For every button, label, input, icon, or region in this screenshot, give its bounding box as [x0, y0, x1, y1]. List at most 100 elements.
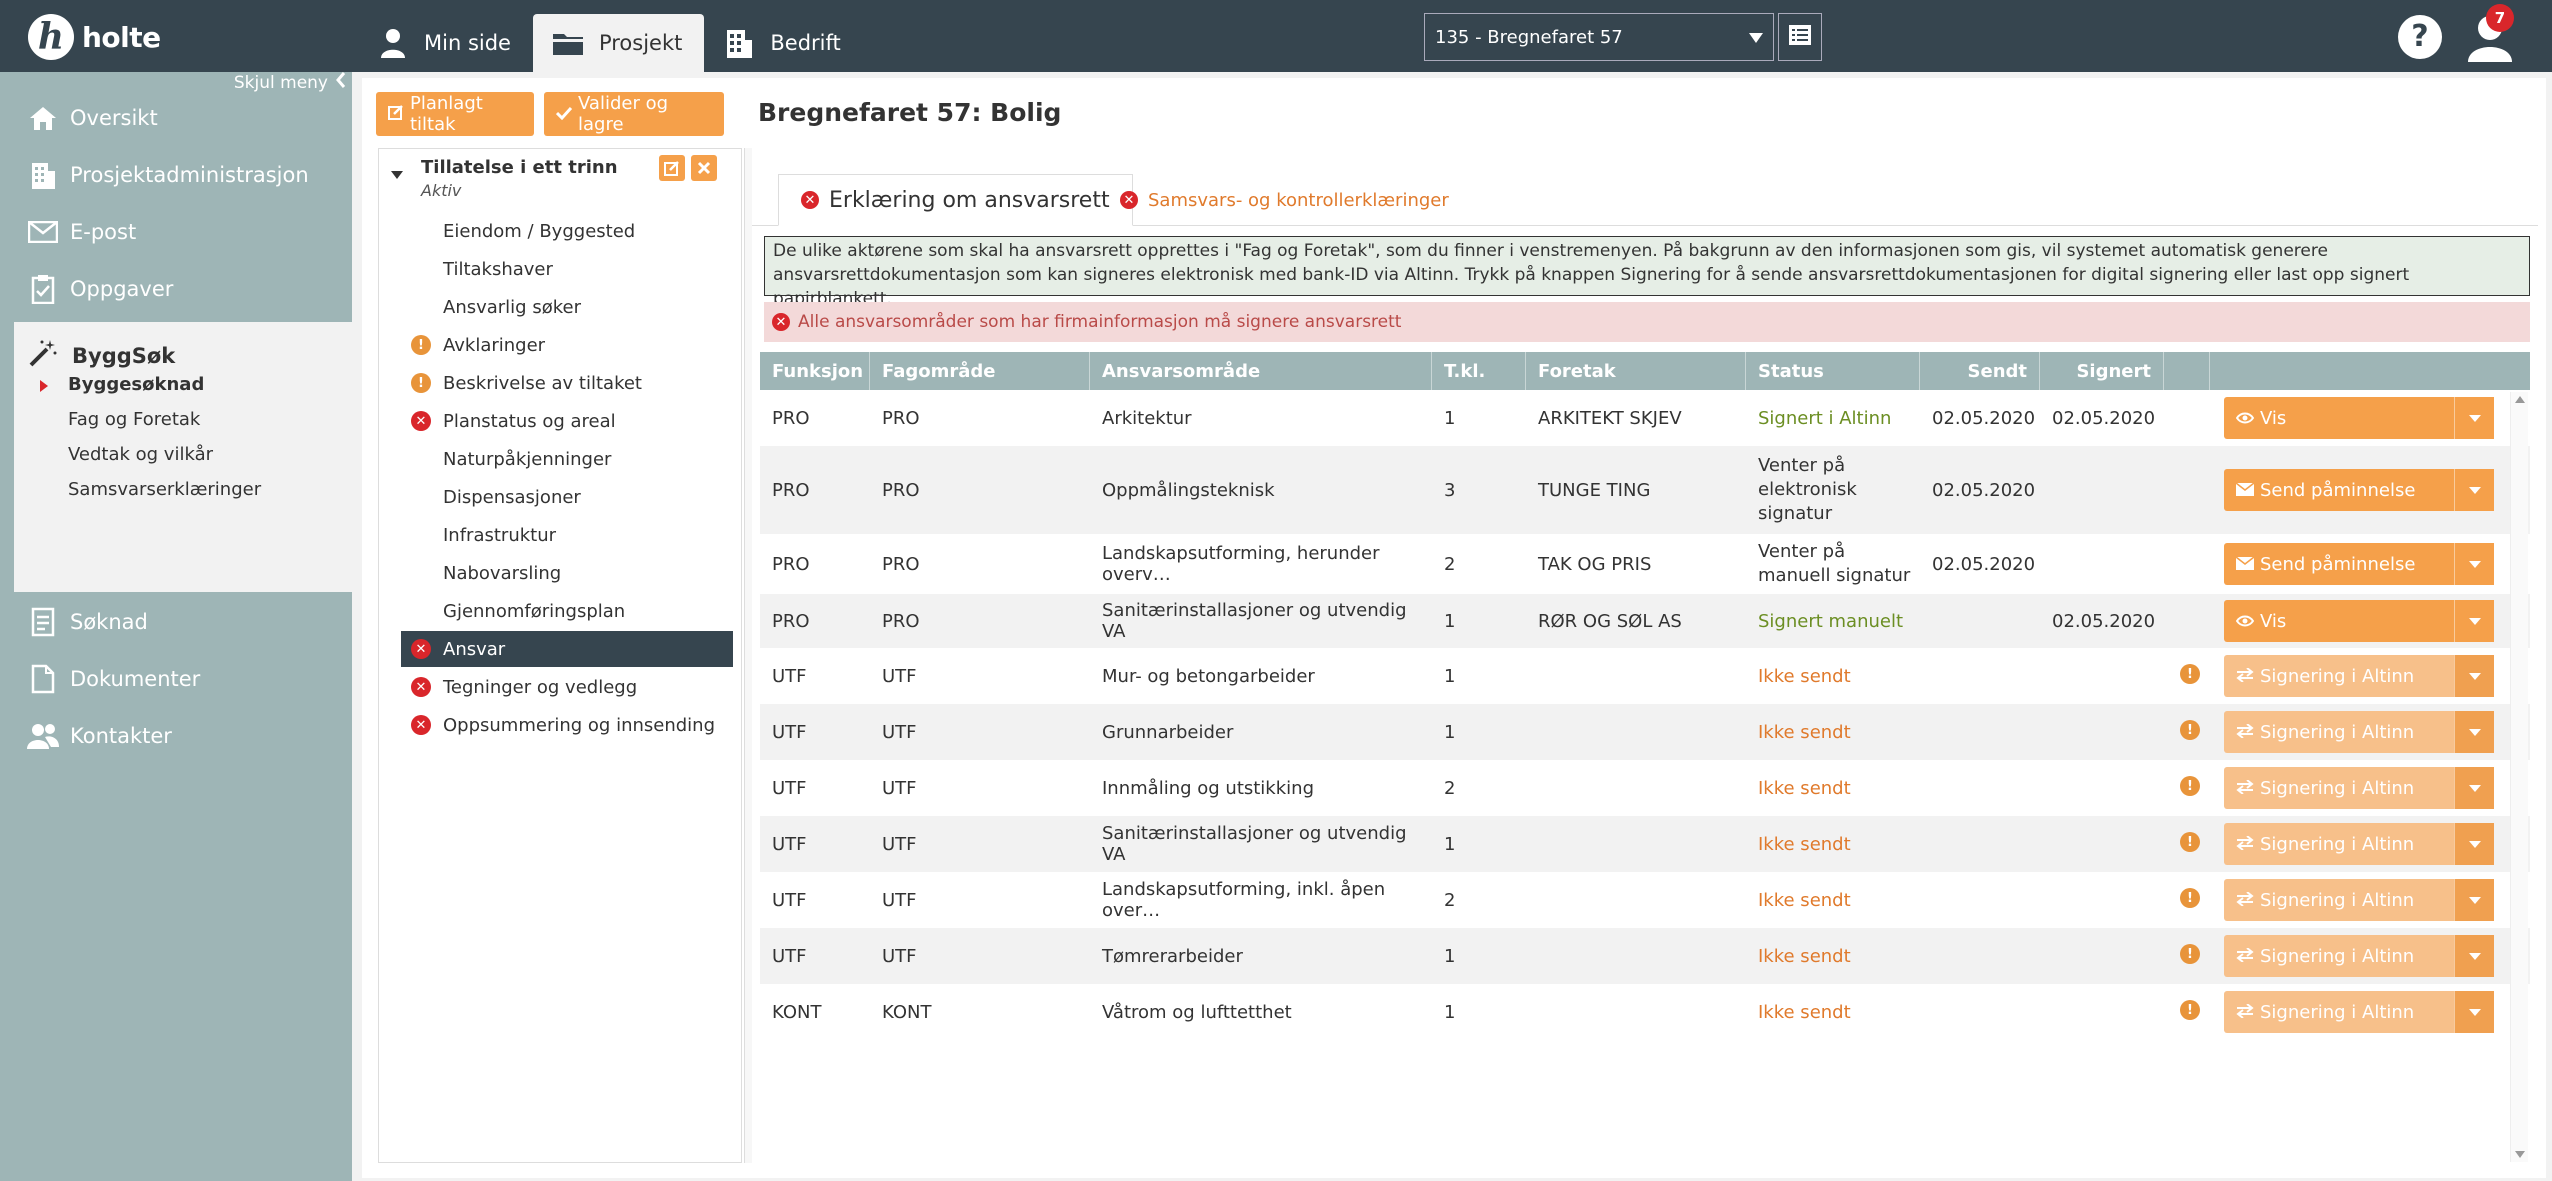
valider-og-lagre-button[interactable]: Valider og lagre	[544, 92, 724, 136]
row-action-button[interactable]: Send påminnelse	[2224, 469, 2494, 511]
sidebar-item-dokumenter[interactable]: Dokumenter	[0, 651, 352, 707]
help-button[interactable]: ?	[2398, 15, 2442, 59]
row-action-button[interactable]: Signering i Altinn	[2224, 655, 2494, 697]
cell-sendt: 02.05.2020	[1932, 479, 2036, 501]
row-action-button[interactable]: Signering i Altinn	[2224, 991, 2494, 1033]
byggsok-title: ByggSøk	[72, 343, 176, 368]
error-icon: ✕	[1120, 191, 1138, 209]
cell-ansvarsomrade: Tømrerarbeider	[1102, 945, 1243, 967]
dropdown-toggle[interactable]	[2454, 655, 2494, 697]
column-header[interactable]: Ansvarsområde	[1090, 352, 1432, 390]
row-action-button[interactable]: Vis	[2224, 600, 2494, 642]
document-list-icon	[26, 607, 60, 637]
cell-funksjon: PRO	[772, 553, 810, 575]
row-action-button[interactable]: Signering i Altinn	[2224, 711, 2494, 753]
dropdown-toggle[interactable]	[2454, 991, 2494, 1033]
row-action-button[interactable]: Signering i Altinn	[2224, 823, 2494, 865]
cell-tkl: 1	[1444, 721, 1456, 743]
tree-item-label: Tegninger og vedlegg	[443, 676, 638, 698]
row-action-button[interactable]: Send påminnelse	[2224, 543, 2494, 585]
tree-item[interactable]: Naturpåkjenninger	[401, 441, 733, 477]
cell-fagomrade: PRO	[882, 610, 920, 632]
dropdown-toggle[interactable]	[2454, 711, 2494, 753]
cell-ansvarsomrade: Oppmålingsteknisk	[1102, 479, 1275, 501]
row-action-button[interactable]: Vis	[2224, 397, 2494, 439]
tree-item[interactable]: Dispensasjoner	[401, 479, 733, 515]
column-header[interactable]: Funksjon	[760, 352, 870, 390]
tab-label: Erklæring om ansvarsrett	[829, 187, 1110, 213]
cell-signert	[2040, 984, 2164, 1040]
dropdown-toggle[interactable]	[2454, 935, 2494, 977]
tree-item[interactable]: Gjennomføringsplan	[401, 593, 733, 629]
tree-item[interactable]: ! Avklaringer	[401, 327, 733, 363]
dropdown-toggle[interactable]	[2454, 600, 2494, 642]
planlagt-tiltak-button[interactable]: Planlagt tiltak	[376, 92, 534, 136]
scroll-up-icon[interactable]	[2515, 396, 2525, 403]
tree-item[interactable]: ✕ Planstatus og areal	[401, 403, 733, 439]
tree-item[interactable]: ! Beskrivelse av tiltaket	[401, 365, 733, 401]
tree-close-button[interactable]	[691, 155, 717, 181]
tree-item-label: Infrastruktur	[443, 524, 557, 546]
project-select[interactable]: 135 - Bregnefaret 57	[1424, 13, 1774, 61]
cell-funksjon: UTF	[772, 889, 807, 911]
tree-item-label: Dispensasjoner	[443, 486, 581, 508]
column-header[interactable]: Signert	[2040, 352, 2164, 390]
dropdown-toggle[interactable]	[2454, 879, 2494, 921]
tree-edit-button[interactable]	[659, 155, 685, 181]
column-header[interactable]: Foretak	[1526, 352, 1746, 390]
tree-item[interactable]: Infrastruktur	[401, 517, 733, 553]
row-action-button[interactable]: Signering i Altinn	[2224, 767, 2494, 809]
tree-item[interactable]: ✕ Tegninger og vedlegg	[401, 669, 733, 705]
logo[interactable]: h holte	[28, 12, 161, 62]
sidebar-subitem-fag-og-foretak[interactable]: Fag og Foretak	[68, 409, 200, 430]
pane-splitter[interactable]	[744, 148, 752, 1163]
sidebar-subitem-byggesoknad[interactable]: Byggesøknad	[68, 374, 204, 395]
project-list-button[interactable]	[1778, 13, 1822, 61]
tab-bedrift[interactable]: Bedrift	[704, 14, 862, 72]
dropdown-toggle[interactable]	[2454, 469, 2494, 511]
exchange-icon	[2236, 1002, 2254, 1023]
sidebar-item-soknad[interactable]: Søknad	[0, 594, 352, 650]
column-header[interactable]: Sendt	[1920, 352, 2040, 390]
tree-item-label: Oppsummering og innsending	[443, 714, 716, 736]
envelope-icon	[2235, 554, 2255, 575]
eye-icon	[2235, 408, 2255, 429]
tree-item[interactable]: ✕ Ansvar	[401, 631, 733, 667]
dropdown-toggle[interactable]	[2454, 543, 2494, 585]
sidebar-item-oppgaver[interactable]: Oppgaver	[0, 261, 352, 317]
column-header[interactable]: Status	[1746, 352, 1920, 390]
sidebar-subitem-vedtak-og-vilkar[interactable]: Vedtak og vilkår	[68, 444, 213, 465]
sidebar-item-oversikt[interactable]: Oversikt	[0, 90, 352, 146]
tree-item[interactable]: Ansvarlig søker	[401, 289, 733, 325]
sidebar: Skjul meny Oversikt Prosjektadministrasj…	[0, 72, 352, 1181]
table-scrollbar[interactable]	[2510, 392, 2528, 1162]
notification-badge[interactable]: 7	[2486, 4, 2514, 32]
tree-item[interactable]: Tiltakshaver	[401, 251, 733, 287]
tree-item[interactable]: Eiendom / Byggested	[401, 213, 733, 249]
scroll-down-icon[interactable]	[2515, 1151, 2525, 1158]
row-action-button[interactable]: Signering i Altinn	[2224, 879, 2494, 921]
caret-down-icon	[2468, 414, 2481, 422]
column-header[interactable]: T.kl.	[1432, 352, 1526, 390]
row-action-button[interactable]: Signering i Altinn	[2224, 935, 2494, 977]
cell-status: Venter på manuell signatur	[1758, 541, 1911, 586]
tab-prosjekt[interactable]: Prosjekt	[532, 14, 705, 72]
sidebar-item-prosjektadministrasjon[interactable]: Prosjektadministrasjon	[0, 147, 352, 203]
tab-samsvars-og-kontrollerklaeringer[interactable]: ✕ Samsvars- og kontrollerklæringer	[1098, 174, 1471, 226]
sidebar-item-kontakter[interactable]: Kontakter	[0, 708, 352, 764]
project-select-value: 135 - Bregnefaret 57	[1435, 26, 1623, 48]
tree-item[interactable]: Nabovarsling	[401, 555, 733, 591]
tab-min-side[interactable]: Min side	[358, 14, 533, 72]
sidebar-item-byggsok[interactable]: ByggSøk	[28, 338, 175, 373]
cell-sendt	[1920, 984, 2044, 1040]
tab-erklaering-om-ansvarsrett[interactable]: ✕ Erklæring om ansvarsrett	[778, 174, 1133, 226]
dropdown-toggle[interactable]	[2454, 823, 2494, 865]
dropdown-toggle[interactable]	[2454, 397, 2494, 439]
cell-status: Ikke sendt	[1758, 777, 1851, 799]
sidebar-item-e-post[interactable]: E-post	[0, 204, 352, 260]
dropdown-toggle[interactable]	[2454, 767, 2494, 809]
column-header[interactable]: Fagområde	[870, 352, 1090, 390]
tree-item[interactable]: ✕ Oppsummering og innsending	[401, 707, 733, 743]
exchange-icon	[2236, 722, 2254, 743]
sidebar-subitem-samsvarserklaeringer[interactable]: Samsvarserklæringer	[68, 479, 261, 500]
